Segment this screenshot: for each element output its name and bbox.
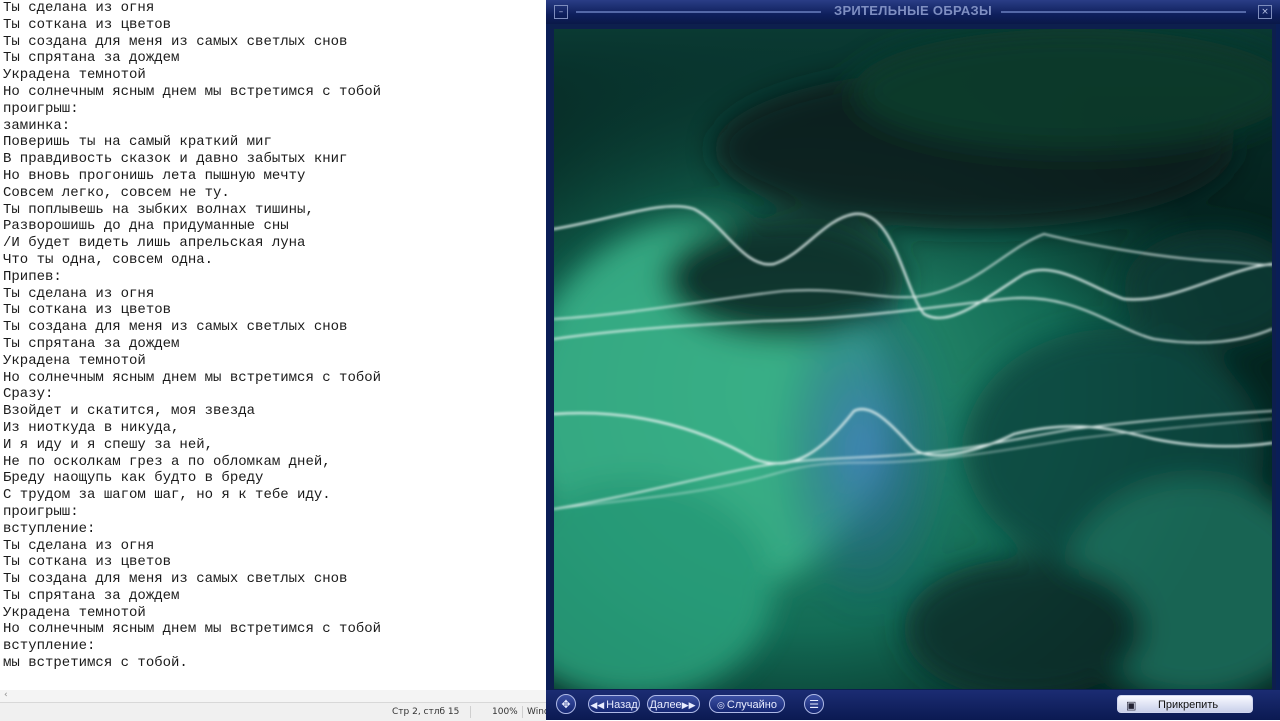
text-line: Что ты одна, совсем одна.	[3, 251, 214, 268]
text-line: Но солнечным ясным днем мы встретимся с …	[3, 83, 382, 100]
text-line: Ты сделана из огня	[3, 0, 155, 16]
text-line: вступление:	[3, 520, 96, 537]
scroll-left-icon[interactable]: ‹	[4, 690, 8, 700]
text-line: Ты создана для меня из самых светлых сно…	[3, 571, 348, 588]
fullscreen-icon[interactable]: ✥	[556, 694, 576, 714]
text-line: проигрыш:	[3, 503, 79, 520]
back-button[interactable]: ◀◀ Назад	[588, 695, 640, 713]
menu-icon[interactable]: ☰	[804, 694, 824, 714]
pin-icon: ▣	[1126, 700, 1137, 712]
zoom-level: 100%	[492, 707, 518, 717]
horizontal-scrollbar[interactable]: ‹	[0, 690, 546, 702]
text-line: Не по осколкам грез а по обломкам дней,	[3, 453, 331, 470]
text-line: С трудом за шагом шаг, но я к тебе иду.	[3, 487, 331, 504]
text-line: Ты спрятана за дождем	[3, 587, 180, 604]
text-line: Украдена темнотой	[3, 67, 146, 84]
text-line: Разворошишь до дна придуманные сны	[3, 218, 289, 235]
text-line: Ты сделана из огня	[3, 537, 155, 554]
visualizer-titlebar[interactable]: – ЗРИТЕЛЬНЫЕ ОБРАЗЫ ×	[546, 0, 1280, 24]
text-line: Ты поплывешь на зыбких волнах тишины,	[3, 201, 314, 218]
text-line: мы встретимся с тобой.	[3, 655, 188, 672]
visualization-canvas	[554, 29, 1272, 689]
text-line: В правдивость сказок и давно забытых кни…	[3, 151, 348, 168]
text-line: Припев:	[3, 268, 62, 285]
text-line: /И будет видеть лишь апрельская луна	[3, 235, 306, 252]
text-line: Но солнечным ясным днем мы встретимся с …	[3, 621, 382, 638]
text-line: Из ниоткуда в никуда,	[3, 419, 180, 436]
text-line: Украдена темнотой	[3, 352, 146, 369]
cursor-position: Стр 2, стлб 15	[392, 707, 460, 717]
text-line: Сразу:	[3, 386, 54, 403]
status-bar: Стр 2, стлб 15 100% Wind	[0, 702, 550, 721]
text-line: Ты спрятана за дождем	[3, 335, 180, 352]
text-line: проигрыш:	[3, 100, 79, 117]
text-line: Взойдет и скатится, моя звезда	[3, 403, 256, 420]
random-button[interactable]: ◎ Случайно	[709, 695, 785, 713]
text-line: И я иду и я спешу за ней,	[3, 436, 214, 453]
visualization-graphic	[554, 29, 1272, 689]
text-line: Поверишь ты на самый краткий миг	[3, 134, 272, 151]
text-line: Ты создана для меня из самых светлых сно…	[3, 33, 348, 50]
pin-button[interactable]: ▣ Прикрепить	[1117, 695, 1253, 713]
lyrics-text: Ты сделана из огня Ты соткана из цветов …	[3, 0, 381, 672]
text-line: Бреду наощупь как будто в бреду	[3, 470, 264, 487]
text-line: Ты соткана из цветов	[3, 302, 172, 319]
text-line: Совсем легко, совсем не ту.	[3, 184, 230, 201]
visualizer-toolbar: ✥ ◀◀ Назад Далее▶▶ ◎ Случайно ☰ ▣ Прикрепи…	[546, 690, 1280, 720]
text-line: Ты соткана из цветов	[3, 554, 172, 571]
next-button[interactable]: Далее▶▶	[647, 695, 700, 713]
text-line: Но вновь прогонишь лета пышную мечту	[3, 167, 306, 184]
text-line: Ты соткана из цветов	[3, 16, 172, 33]
text-line: Ты спрятана за дождем	[3, 50, 180, 67]
text-line: Ты создана для меня из самых светлых сно…	[3, 319, 348, 336]
text-line: вступление:	[3, 638, 96, 655]
notepad-text-area[interactable]: Ты сделана из огня Ты соткана из цветов …	[0, 0, 546, 690]
close-icon[interactable]: ×	[1258, 5, 1272, 19]
text-line: Но солнечным ясным днем мы встретимся с …	[3, 369, 382, 386]
text-line: заминка:	[3, 117, 71, 134]
text-line: Ты сделана из огня	[3, 285, 155, 302]
text-line: Украдена темнотой	[3, 604, 146, 621]
